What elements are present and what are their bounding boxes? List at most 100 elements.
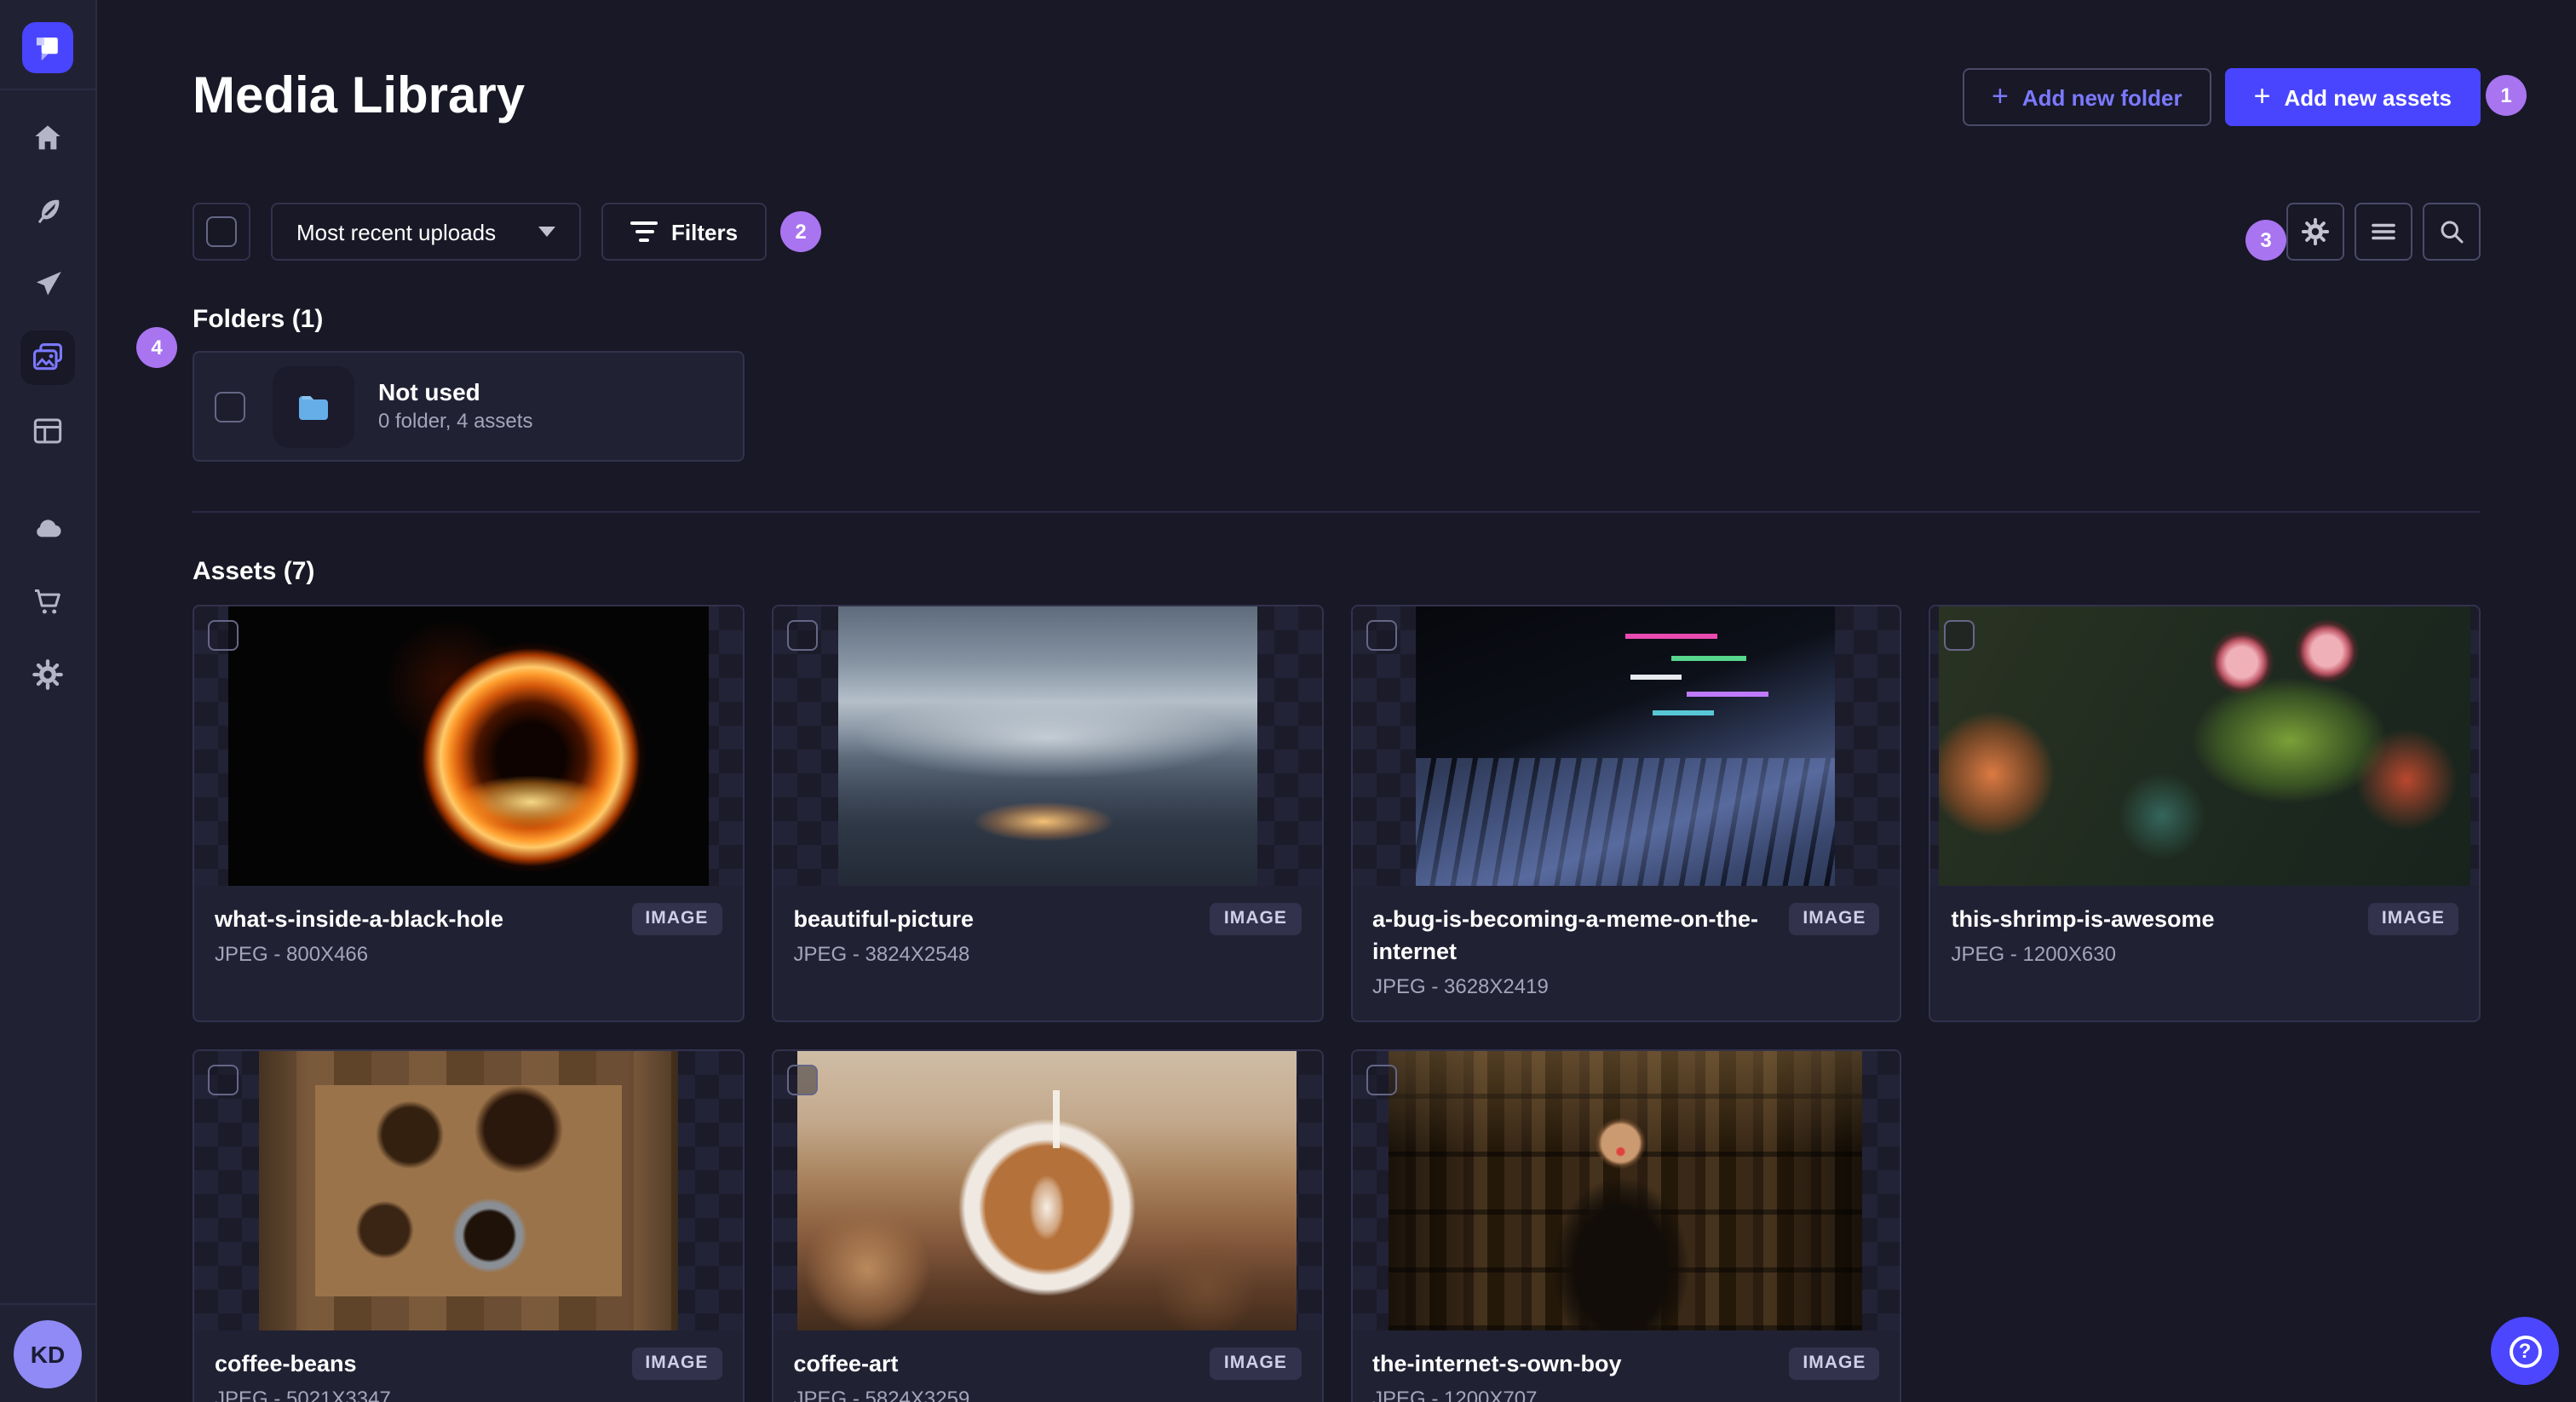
folder-icon: [293, 386, 334, 427]
folder-subtitle: 0 folder, 4 assets: [378, 409, 533, 433]
strapi-logo-icon[interactable]: [22, 22, 73, 73]
asset-card-meta: this-shrimp-is-awesome IMAGE JPEG - 1200…: [1931, 886, 2480, 1020]
asset-card[interactable]: coffee-beans IMAGE JPEG - 5021X3347: [193, 1049, 745, 1402]
sidebar-item-content-type-builder[interactable]: [20, 404, 75, 458]
gear-icon: [2300, 216, 2331, 247]
asset-checkbox[interactable]: [1366, 620, 1396, 651]
plus-icon: +: [1991, 79, 2009, 112]
asset-thumbnail: [227, 606, 709, 886]
asset-card-meta: coffee-art IMAGE JPEG - 5824X3259: [773, 1330, 1322, 1402]
sidebar-nav: [0, 90, 95, 702]
folder-texts: Not used 0 folder, 4 assets: [378, 378, 532, 434]
asset-name: coffee-beans: [215, 1351, 357, 1376]
add-new-folder-button[interactable]: + Add new folder: [1962, 68, 2211, 126]
sort-dropdown[interactable]: Most recent uploads: [271, 203, 581, 261]
folder-card[interactable]: Not used 0 folder, 4 assets: [193, 351, 745, 462]
tour-step-badge-2: 2: [780, 211, 821, 252]
search-button[interactable]: [2423, 203, 2481, 261]
asset-card-meta: coffee-beans IMAGE JPEG - 5021X3347: [194, 1330, 743, 1402]
select-all-checkbox[interactable]: [206, 216, 237, 247]
asset-meta: JPEG - 5824X3259: [793, 1387, 970, 1402]
pen-icon: [31, 194, 65, 228]
asset-card[interactable]: beautiful-picture IMAGE JPEG - 3824X2548: [771, 605, 1323, 1022]
asset-card[interactable]: the-internet-s-own-boy IMAGE JPEG - 1200…: [1350, 1049, 1902, 1402]
asset-thumbnail: [1389, 1051, 1863, 1330]
asset-card[interactable]: coffee-art IMAGE JPEG - 5824X3259: [771, 1049, 1323, 1402]
main-content: Media Library + Add new folder + Add new…: [97, 0, 2576, 1402]
tour-step-badge-4: 4: [136, 327, 177, 368]
asset-thumbnail-area[interactable]: [1352, 1051, 1900, 1330]
asset-name: a-bug-is-becoming-a-meme-on-the-internet: [1372, 906, 1759, 964]
section-divider: [193, 511, 2481, 513]
asset-thumbnail-area[interactable]: [1930, 606, 2479, 886]
asset-thumbnail: [797, 1051, 1297, 1330]
asset-thumbnail-area[interactable]: [773, 606, 1321, 886]
tour-step-badge-3: 3: [2245, 220, 2286, 261]
tour-step-badge-1: 1: [2486, 75, 2527, 116]
asset-card[interactable]: this-shrimp-is-awesome IMAGE JPEG - 1200…: [1929, 605, 2481, 1022]
app-viewport: KD Media Library + Add new folder + Add …: [0, 0, 2576, 1402]
asset-card-meta: a-bug-is-becoming-a-meme-on-the-internet…: [1352, 886, 1900, 1020]
asset-checkbox[interactable]: [786, 1065, 818, 1095]
sidebar-item-releases[interactable]: [20, 257, 75, 312]
sidebar-item-content[interactable]: [20, 184, 75, 238]
sidebar-item-deploy[interactable]: [20, 501, 75, 555]
filters-button[interactable]: Filters: [601, 203, 768, 261]
sidebar-item-marketplace[interactable]: [20, 574, 75, 629]
asset-thumbnail: [1939, 606, 2471, 886]
asset-thumbnail: [258, 1051, 678, 1330]
asset-thumbnail-area[interactable]: [194, 1051, 743, 1330]
list-icon: [2368, 216, 2399, 247]
page-header: Media Library + Add new folder + Add new…: [193, 68, 2481, 126]
asset-type-badge: IMAGE: [1789, 1347, 1880, 1379]
asset-name: what-s-inside-a-black-hole: [215, 906, 504, 932]
asset-thumbnail-area[interactable]: [773, 1051, 1321, 1330]
user-avatar[interactable]: KD: [14, 1320, 82, 1388]
asset-name: beautiful-picture: [793, 906, 975, 932]
asset-type-badge: IMAGE: [2367, 903, 2458, 934]
asset-card[interactable]: a-bug-is-becoming-a-meme-on-the-internet…: [1350, 605, 1902, 1022]
asset-checkbox[interactable]: [208, 1065, 239, 1095]
asset-meta: JPEG - 800X466: [215, 942, 369, 966]
list-view-button[interactable]: [2355, 203, 2412, 261]
cloud-icon: [31, 511, 65, 545]
select-all-checkbox-button[interactable]: [193, 203, 250, 261]
sidebar-item-home[interactable]: [20, 111, 75, 165]
cart-icon: [31, 584, 65, 618]
layout-icon: [31, 414, 65, 448]
asset-type-badge: IMAGE: [631, 1347, 722, 1379]
asset-checkbox[interactable]: [786, 620, 818, 651]
asset-checkbox[interactable]: [1366, 1065, 1396, 1095]
home-icon: [31, 121, 65, 155]
assets-grid: what-s-inside-a-black-hole IMAGE JPEG - …: [193, 605, 2481, 1402]
asset-type-badge: IMAGE: [631, 903, 722, 934]
asset-checkbox[interactable]: [208, 620, 239, 651]
paper-plane-icon: [31, 267, 65, 302]
asset-thumbnail-area[interactable]: [1352, 606, 1900, 886]
asset-name: the-internet-s-own-boy: [1372, 1351, 1622, 1376]
asset-thumbnail-area[interactable]: [194, 606, 743, 886]
chevron-down-icon: [538, 227, 555, 237]
configure-view-button[interactable]: [2286, 203, 2344, 261]
asset-thumbnail: [837, 606, 1257, 886]
sidebar-item-media-library[interactable]: [20, 330, 75, 385]
sidebar-item-settings[interactable]: [20, 647, 75, 702]
asset-type-badge: IMAGE: [1210, 1347, 1301, 1379]
asset-card[interactable]: what-s-inside-a-black-hole IMAGE JPEG - …: [193, 605, 745, 1022]
sidebar-bottom-divider: [0, 1303, 95, 1305]
folder-checkbox[interactable]: [215, 391, 245, 422]
toolbar-view-controls: [2286, 203, 2481, 261]
asset-meta: JPEG - 3628X2419: [1372, 974, 1549, 998]
sidebar-bottom: KD: [0, 1303, 95, 1402]
asset-checkbox[interactable]: [1944, 620, 1975, 651]
folder-title: Not used: [378, 378, 480, 405]
sort-dropdown-value: Most recent uploads: [296, 219, 497, 244]
help-fab-button[interactable]: ?: [2491, 1317, 2559, 1385]
filter-icon: [630, 221, 658, 242]
asset-meta: JPEG - 1200X707: [1372, 1387, 1538, 1402]
add-new-assets-button[interactable]: + Add new assets: [2224, 68, 2481, 126]
asset-name: this-shrimp-is-awesome: [1951, 906, 2215, 932]
asset-card-meta: beautiful-picture IMAGE JPEG - 3824X2548: [773, 886, 1322, 1020]
plus-icon: +: [2253, 79, 2271, 112]
folder-icon-container: [273, 365, 354, 447]
